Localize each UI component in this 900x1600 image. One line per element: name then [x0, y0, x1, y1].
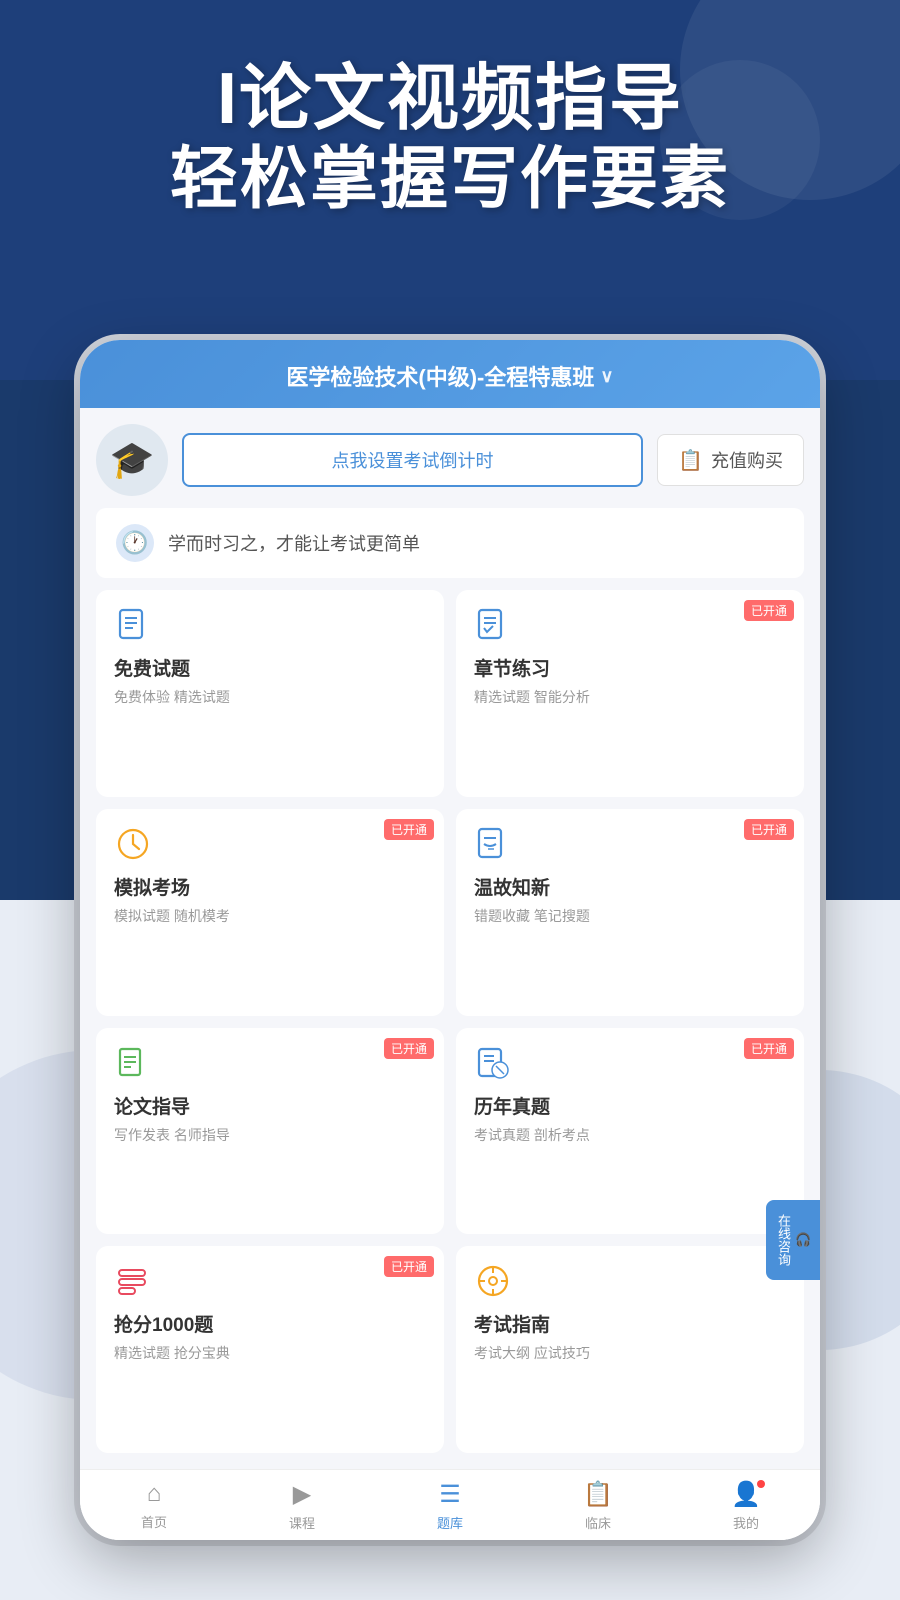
- avatar-image: 🎓: [96, 424, 168, 496]
- exam-guide-title: 考试指南: [474, 1310, 786, 1337]
- chapter-practice-sub: 精选试题 智能分析: [474, 687, 786, 707]
- paper-guide-icon: [114, 1044, 152, 1082]
- chapter-practice-title: 章节练习: [474, 654, 786, 681]
- paper-guide-sub: 写作发表 名师指导: [114, 1125, 426, 1145]
- mock-exam-sub: 模拟试题 随机模考: [114, 906, 426, 926]
- avatar: 🎓: [96, 424, 168, 496]
- main-area: 🎓 点我设置考试倒计时 📋 充值购买 🕐 学而时习之，才能让考试更简单: [80, 408, 820, 1469]
- chapter-practice-icon: [474, 606, 512, 644]
- nav-item-courses[interactable]: ▶ 课程: [228, 1480, 376, 1532]
- nav-item-questions[interactable]: ☰ 题库: [376, 1480, 524, 1532]
- play-icon: ▶: [293, 1480, 311, 1509]
- recharge-button[interactable]: 📋 充值购买: [657, 434, 804, 486]
- nav-item-home[interactable]: ⌂ 首页: [80, 1480, 228, 1532]
- exam-guide-icon: [474, 1262, 512, 1300]
- review-sub: 错题收藏 笔记搜题: [474, 906, 786, 926]
- past-exams-sub: 考试真题 剖析考点: [474, 1125, 786, 1145]
- grid-item-exam-guide[interactable]: 考试指南 考试大纲 应试技巧: [456, 1246, 804, 1453]
- nav-label-home: 首页: [141, 1512, 167, 1531]
- chapter-practice-badge: 已开通: [744, 600, 794, 621]
- profile-icon: 👤: [731, 1480, 761, 1509]
- free-questions-title: 免费试题: [114, 654, 426, 681]
- past-exams-title: 历年真题: [474, 1092, 786, 1119]
- top-bar[interactable]: 医学检验技术(中级)-全程特惠班 ∨: [80, 340, 820, 408]
- mock-exam-badge: 已开通: [384, 819, 434, 840]
- course-title: 医学检验技术(中级)-全程特惠班: [286, 360, 594, 392]
- online-consult-label: 在线咨询: [774, 1214, 793, 1266]
- rush-score-title: 抢分1000题: [114, 1310, 426, 1337]
- review-icon: [474, 825, 512, 863]
- online-consult-button[interactable]: 🎧 在线咨询: [766, 1200, 820, 1280]
- top-bar-title: 医学检验技术(中级)-全程特惠班 ∨: [286, 360, 613, 392]
- nav-item-clinical[interactable]: 📋 临床: [524, 1480, 672, 1532]
- free-questions-sub: 免费体验 精选试题: [114, 687, 426, 707]
- motto-bar: 🕐 学而时习之，才能让考试更简单: [96, 508, 804, 578]
- mock-exam-icon: [114, 825, 152, 863]
- hero-section: I论文视频指导 轻松掌握写作要素: [0, 60, 900, 221]
- grid-item-chapter-practice[interactable]: 已开通 章节练习 精选试题 智能分析: [456, 590, 804, 797]
- app-content: 医学检验技术(中级)-全程特惠班 ∨ 🎓 点我设置考试倒计时 📋 充值购买 🕐: [80, 340, 820, 1540]
- mock-exam-title: 模拟考场: [114, 873, 426, 900]
- countdown-button[interactable]: 点我设置考试倒计时: [182, 433, 643, 487]
- nav-label-profile: 我的: [733, 1513, 759, 1532]
- paper-guide-badge: 已开通: [384, 1038, 434, 1059]
- review-badge: 已开通: [744, 819, 794, 840]
- hero-line1: I论文视频指导: [40, 60, 860, 139]
- bottom-nav: ⌂ 首页 ▶ 课程 ☰ 题库 📋 临床 👤 我的: [80, 1469, 820, 1540]
- chevron-down-icon: ∨: [600, 366, 613, 387]
- free-questions-icon: [114, 606, 152, 644]
- rush-score-icon: [114, 1262, 152, 1300]
- clinical-icon: 📋: [583, 1480, 613, 1509]
- recharge-label: 充值购买: [711, 447, 783, 473]
- paper-guide-title: 论文指导: [114, 1092, 426, 1119]
- past-exams-badge: 已开通: [744, 1038, 794, 1059]
- grid-item-mock-exam[interactable]: 已开通 模拟考场 模拟试题 随机模考: [96, 809, 444, 1016]
- hero-line2: 轻松掌握写作要素: [40, 139, 860, 221]
- grid-item-paper-guide[interactable]: 已开通 论文指导 写作发表 名师指导: [96, 1028, 444, 1235]
- rush-score-sub: 精选试题 抢分宝典: [114, 1343, 426, 1363]
- recharge-icon: 📋: [678, 448, 703, 473]
- list-icon: ☰: [439, 1480, 461, 1509]
- grid-item-rush-score[interactable]: 已开通 抢分1000题 精选试题 抢分宝典: [96, 1246, 444, 1453]
- nav-label-courses: 课程: [289, 1513, 315, 1532]
- profile-row: 🎓 点我设置考试倒计时 📋 充值购买: [96, 424, 804, 496]
- grid-item-past-exams[interactable]: 已开通 历年真题 考试真题 剖析考点: [456, 1028, 804, 1235]
- clock-icon: 🕐: [116, 524, 154, 562]
- nav-item-profile[interactable]: 👤 我的: [672, 1480, 820, 1532]
- motto-text: 学而时习之，才能让考试更简单: [168, 530, 420, 556]
- home-icon: ⌂: [147, 1480, 162, 1508]
- rush-score-badge: 已开通: [384, 1256, 434, 1277]
- grid-item-review[interactable]: 已开通 温故知新 错题收藏 笔记搜题: [456, 809, 804, 1016]
- headset-icon: 🎧: [797, 1232, 812, 1248]
- past-exams-icon: [474, 1044, 512, 1082]
- grid-item-free-questions[interactable]: 免费试题 免费体验 精选试题: [96, 590, 444, 797]
- nav-label-clinical: 临床: [585, 1513, 611, 1532]
- feature-grid: 免费试题 免费体验 精选试题 已开通 章节练习: [96, 590, 804, 1453]
- exam-guide-sub: 考试大纲 应试技巧: [474, 1343, 786, 1363]
- device-frame: 医学检验技术(中级)-全程特惠班 ∨ 🎓 点我设置考试倒计时 📋 充值购买 🕐: [80, 340, 820, 1540]
- nav-label-questions: 题库: [437, 1513, 463, 1532]
- review-title: 温故知新: [474, 873, 786, 900]
